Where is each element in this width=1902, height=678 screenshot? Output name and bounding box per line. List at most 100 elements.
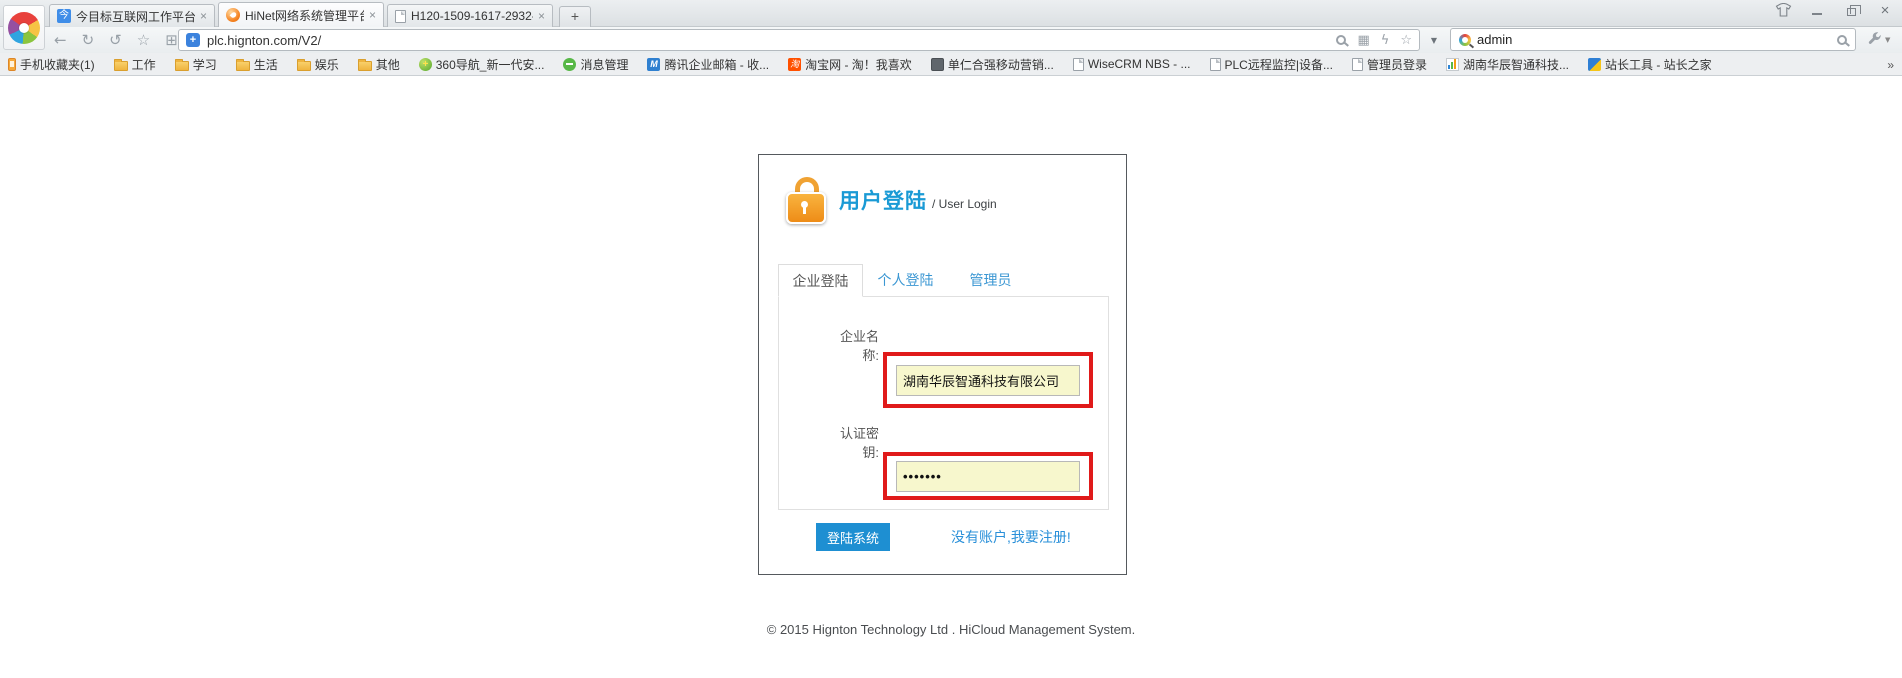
bookmark-label: 腾讯企业邮箱 - 收...: [664, 56, 769, 73]
close-window-button[interactable]: ×: [1876, 2, 1894, 18]
webmaster-icon: [1588, 58, 1601, 71]
folder-icon: [236, 61, 250, 71]
chart-icon: [1446, 58, 1459, 71]
page-subtitle: / User Login: [932, 197, 997, 211]
company-name-input[interactable]: [896, 365, 1080, 396]
login-actions: 登陆系统 没有账户,我要注册!: [816, 523, 1096, 551]
jinmubiao-favicon-icon: 今: [57, 9, 71, 23]
highlight-box-company: [883, 352, 1093, 408]
url-text[interactable]: plc.hignton.com/V2/: [207, 33, 1329, 48]
back-icon[interactable]: ←: [54, 33, 67, 48]
folder-icon: [358, 61, 372, 71]
tab-jinmubiao[interactable]: 今 今目标互联网工作平台 ×: [49, 4, 215, 27]
login-tabs: 企业登陆 个人登陆 管理员: [778, 264, 1033, 297]
site-favicon-icon: +: [186, 33, 200, 47]
page-icon: [1210, 58, 1221, 71]
bookmark-wisecrm[interactable]: WiseCRM NBS - ...: [1073, 57, 1191, 71]
window-controls: ×: [1774, 1, 1894, 19]
search-box[interactable]: admin: [1450, 28, 1856, 51]
bookmark-label: PLC远程监控|设备...: [1225, 56, 1333, 73]
browser-logo-icon: [8, 12, 40, 44]
bookmark-label: 湖南华辰智通科技...: [1463, 56, 1569, 73]
tools-menu[interactable]: ▼: [1868, 28, 1890, 51]
bookmark-folder-work[interactable]: 工作: [114, 56, 156, 73]
bookmarks-overflow-chevron[interactable]: »: [1887, 53, 1894, 76]
bookmark-label: 管理员登录: [1367, 56, 1427, 73]
marketing-icon: [931, 58, 944, 71]
browser-menu-button[interactable]: [3, 5, 45, 50]
search-input[interactable]: admin: [1477, 32, 1831, 47]
bookmark-label: 淘宝网 - 淘！我喜欢: [805, 56, 912, 73]
bookmark-label: 360导航_新一代安...: [436, 56, 545, 73]
bookmark-message-manage[interactable]: 消息管理: [563, 56, 628, 73]
search-icon[interactable]: [1837, 35, 1847, 45]
bookmark-folder-other[interactable]: 其他: [358, 56, 400, 73]
tools-dropdown-icon: ▼: [1885, 36, 1890, 44]
tab-admin-login[interactable]: 管理员: [948, 264, 1033, 297]
browser-navbar: ← ↻ ↺ ☆ ⊞ + plc.hignton.com/V2/ ▦ ϟ ☆ ▼ …: [0, 27, 1902, 53]
bookmark-360nav[interactable]: 360导航_新一代安...: [419, 56, 545, 73]
minimize-button[interactable]: [1808, 2, 1826, 18]
bookmark-label: WiseCRM NBS - ...: [1088, 57, 1191, 71]
undo-icon[interactable]: ↺: [109, 33, 122, 48]
bookmark-admin-login[interactable]: 管理员登录: [1352, 56, 1427, 73]
bookmarks-bar: 手机收藏夹(1) 工作 学习 生活 娱乐 其他 360导航_新一代安... 消息…: [0, 53, 1902, 76]
bookmark-label: 站长工具 - 站长之家: [1605, 56, 1712, 73]
page-title: 用户登陆: [839, 185, 927, 215]
bookmark-huachen[interactable]: 湖南华辰智通科技...: [1446, 56, 1569, 73]
theme-skin-icon[interactable]: [1774, 2, 1792, 18]
tab-enterprise-login[interactable]: 企业登陆: [778, 264, 863, 297]
qr-code-icon[interactable]: ▦: [1357, 33, 1369, 48]
bookmark-folder-entertainment[interactable]: 娱乐: [297, 56, 339, 73]
bookmark-webmaster-tools[interactable]: 站长工具 - 站长之家: [1588, 56, 1712, 73]
address-bar[interactable]: + plc.hignton.com/V2/ ▦ ϟ ☆: [178, 29, 1420, 51]
url-dropdown-button[interactable]: ▼: [1426, 29, 1442, 51]
lightning-icon[interactable]: ϟ: [1381, 33, 1390, 48]
auth-key-input[interactable]: [896, 461, 1080, 492]
page-icon: [1352, 58, 1363, 71]
bookmark-taobao[interactable]: 淘宝网 - 淘！我喜欢: [788, 56, 912, 73]
taobao-icon: [788, 58, 801, 71]
new-tab-button[interactable]: +: [559, 6, 591, 27]
hinet-favicon-icon: [226, 8, 240, 22]
nav360-icon: [419, 58, 432, 71]
tab-strip: 今 今目标互联网工作平台 × HiNet网络系统管理平台 × H120-1509…: [49, 2, 591, 27]
bookmark-folder-study[interactable]: 学习: [175, 56, 217, 73]
tab-close-icon[interactable]: ×: [369, 9, 376, 21]
restore-button[interactable]: [1842, 2, 1860, 18]
bookmark-folder-life[interactable]: 生活: [236, 56, 278, 73]
tab-label: H120-1509-1617-2932-77: [411, 9, 533, 23]
page-icon: [1073, 58, 1084, 71]
bookmark-label: 生活: [254, 56, 278, 73]
bookmark-marketing[interactable]: 单仁合强移动营销...: [931, 56, 1054, 73]
favorites-grid-icon[interactable]: ⊞: [165, 33, 178, 48]
tab-close-icon[interactable]: ×: [200, 10, 207, 22]
page-favicon-icon: [395, 10, 406, 23]
tab-h120[interactable]: H120-1509-1617-2932-77 ×: [387, 4, 553, 27]
folder-icon: [297, 61, 311, 71]
bookmark-mobile-favorites[interactable]: 手机收藏夹(1): [8, 56, 95, 73]
bookmark-tencent-mail[interactable]: 腾讯企业邮箱 - 收...: [647, 56, 769, 73]
highlight-box-key: [883, 452, 1093, 500]
bookmark-star-icon[interactable]: ☆: [1400, 33, 1412, 48]
tab-personal-login[interactable]: 个人登陆: [863, 264, 948, 297]
tab-close-icon[interactable]: ×: [538, 10, 545, 22]
company-name-label: 企业名 称:: [807, 327, 879, 365]
tab-hinet-active[interactable]: HiNet网络系统管理平台 ×: [218, 2, 384, 27]
bookmark-label: 消息管理: [580, 56, 628, 73]
bookmark-label: 工作: [132, 56, 156, 73]
favorites-star-icon[interactable]: ☆: [137, 33, 150, 48]
login-submit-button[interactable]: 登陆系统: [816, 523, 890, 551]
phone-icon: [8, 58, 16, 71]
refresh-icon[interactable]: ↻: [82, 33, 95, 48]
browser-titlebar: 今 今目标互联网工作平台 × HiNet网络系统管理平台 × H120-1509…: [0, 0, 1902, 27]
wrench-icon: [1868, 32, 1883, 47]
search-engine-icon[interactable]: [1459, 34, 1471, 46]
copyright-footer: © 2015 Hignton Technology Ltd . HiCloud …: [0, 622, 1902, 637]
bookmark-plc-monitor[interactable]: PLC远程监控|设备...: [1210, 56, 1333, 73]
lock-icon: [785, 177, 829, 227]
bookmark-label: 其他: [376, 56, 400, 73]
zoom-magnifier-icon[interactable]: [1336, 35, 1346, 45]
folder-icon: [175, 61, 189, 71]
register-link[interactable]: 没有账户,我要注册!: [951, 527, 1071, 547]
